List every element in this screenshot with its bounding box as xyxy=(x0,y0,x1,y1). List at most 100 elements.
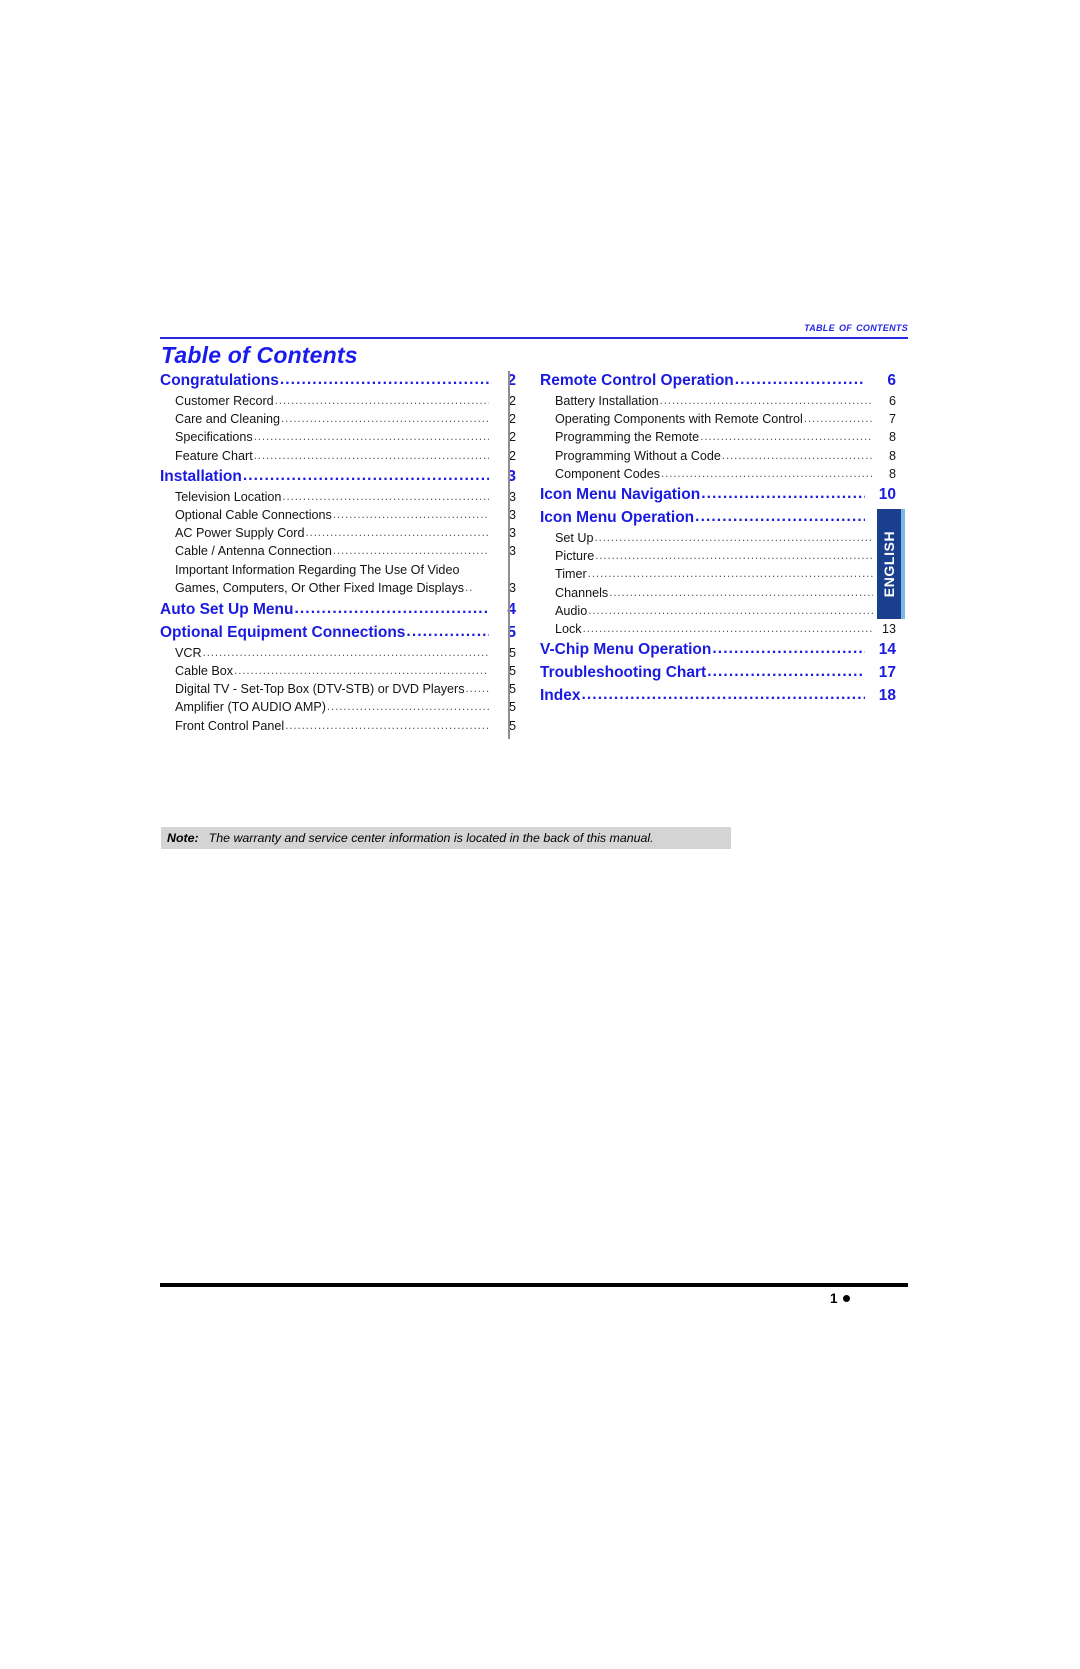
toc-entry-page: 3 xyxy=(508,526,516,541)
toc-entry-page: 10 xyxy=(878,485,896,503)
toc-entry-label: Programming the Remote xyxy=(555,430,700,445)
toc-entry[interactable]: Remote Control Operation................… xyxy=(540,369,896,392)
toc-entry-page: 3 xyxy=(508,580,516,595)
toc-leader-dots: ........................................… xyxy=(700,431,873,444)
document-page: Table of Contents Table of Contents Cong… xyxy=(0,0,1080,1669)
toc-entry[interactable]: Set Up..................................… xyxy=(540,529,896,547)
toc-entry-page: 5 xyxy=(508,718,516,733)
toc-entry-label: Digital TV - Set-Top Box (DTV-STB) or DV… xyxy=(175,682,465,697)
toc-entry[interactable]: Important Information Regarding The Use … xyxy=(160,561,516,598)
toc-entry-label: Cable Box xyxy=(175,664,234,679)
toc-entry[interactable]: Index...................................… xyxy=(540,684,896,707)
toc-leader-dots: ........................................… xyxy=(279,371,489,388)
toc-entry[interactable]: VCR.....................................… xyxy=(160,644,516,662)
toc-entry[interactable]: V-Chip Menu Operation...................… xyxy=(540,638,896,661)
toc-entry-page: 7 xyxy=(888,412,896,427)
toc-entry-label: Set Up xyxy=(555,530,594,545)
toc-entry[interactable]: Television Location.....................… xyxy=(160,488,516,506)
toc-leader-dots: ........................................… xyxy=(659,395,873,407)
toc-entry-label: Operating Components with Remote Control xyxy=(555,412,803,427)
toc-entry[interactable]: Timer...................................… xyxy=(540,565,896,583)
toc-entry[interactable]: Installation............................… xyxy=(160,465,516,488)
toc-entry-label: Optional Equipment Connections xyxy=(160,623,406,641)
toc-entry[interactable]: Lock....................................… xyxy=(540,620,896,638)
toc-entry[interactable]: Auto Set Up Menu........................… xyxy=(160,598,516,621)
toc-entry-label: Congratulations xyxy=(160,372,279,389)
toc-entry-page: 6 xyxy=(887,372,896,389)
column-divider xyxy=(508,371,510,739)
toc-leader-dots: ........................................… xyxy=(582,622,873,635)
toc-entry-label: AC Power Supply Cord xyxy=(175,526,305,541)
toc-entry[interactable]: Icon Menu Operation.....................… xyxy=(540,506,896,529)
toc-entry-label: Auto Set Up Menu xyxy=(160,600,294,618)
toc-entry-label: Troubleshooting Chart xyxy=(540,664,707,682)
toc-leader-dots: ........................................… xyxy=(242,466,489,484)
toc-entry[interactable]: Programming Without a Code..............… xyxy=(540,447,896,465)
toc-entry[interactable]: Congratulations.........................… xyxy=(160,369,516,392)
toc-entry[interactable]: Feature Chart...........................… xyxy=(160,447,516,465)
toc-entry[interactable]: Optional Cable Connections..............… xyxy=(160,506,516,524)
toc-entry[interactable]: Component Codes.........................… xyxy=(540,465,896,483)
toc-leader-dots: ........................................… xyxy=(803,413,873,426)
toc-leader-dots: ........................................… xyxy=(661,467,873,480)
toc-leader-dots: ........................................… xyxy=(721,449,873,462)
toc-entry-page: 5 xyxy=(508,664,516,679)
toc-entry-page: 3 xyxy=(508,489,516,504)
toc-entry[interactable]: Battery Installation....................… xyxy=(540,392,896,410)
toc-leader-dots: ........................................… xyxy=(701,484,865,502)
toc-leader-dots: ........................................… xyxy=(581,686,865,704)
header-rule xyxy=(160,337,908,339)
toc-entry[interactable]: Front Control Panel.....................… xyxy=(160,717,516,735)
toc-entry-label: Cable / Antenna Connection xyxy=(175,544,332,559)
toc-leader-dots: ........................................… xyxy=(253,431,489,444)
toc-entry-page: 3 xyxy=(508,544,516,559)
toc-entry-label: Channels xyxy=(555,585,609,600)
toc-leader-dots: ........................................… xyxy=(294,599,489,617)
toc-entry-label: Amplifier (TO AUDIO AMP) xyxy=(175,700,326,715)
footer-page-number: 1 xyxy=(830,1291,908,1306)
toc-entry[interactable]: Channels................................… xyxy=(540,584,896,602)
toc-entry[interactable]: Audio...................................… xyxy=(540,602,896,620)
toc-entry[interactable]: Digital TV - Set-Top Box (DTV-STB) or DV… xyxy=(160,680,516,698)
toc-entry-page: 8 xyxy=(888,430,896,445)
toc-entry-page: 6 xyxy=(888,394,896,408)
toc-entry-label: Picture xyxy=(555,549,595,564)
toc-entry[interactable]: Cable / Antenna Connection..............… xyxy=(160,542,516,560)
toc-leader-dots: ........................................… xyxy=(326,701,489,714)
toc-entry[interactable]: Operating Components with Remote Control… xyxy=(540,410,896,428)
toc-leader-dots: ........................................… xyxy=(595,550,873,563)
toc-entry-page: 2 xyxy=(508,430,516,445)
toc-leader-dots: ........................................… xyxy=(587,568,873,581)
toc-column-right: Remote Control Operation................… xyxy=(540,369,896,707)
footer-page-number-value: 1 xyxy=(830,1291,838,1306)
toc-entry-page: 14 xyxy=(878,641,896,659)
toc-entry[interactable]: Icon Menu Navigation....................… xyxy=(540,483,896,506)
toc-entry-label: Icon Menu Navigation xyxy=(540,485,701,503)
toc-entry-label: V-Chip Menu Operation xyxy=(540,641,712,659)
toc-entry-label: Optional Cable Connections xyxy=(175,507,332,522)
toc-leader-dots: ........................................… xyxy=(253,449,489,462)
toc-entry[interactable]: Customer Record.........................… xyxy=(160,392,516,410)
toc-entry[interactable]: Cable Box...............................… xyxy=(160,662,516,680)
toc-entry-label: Care and Cleaning xyxy=(175,412,281,427)
toc-leader-dots: ........................................… xyxy=(285,719,489,732)
toc-entry[interactable]: Troubleshooting Chart...................… xyxy=(540,661,896,684)
toc-entry[interactable]: Care and Cleaning.......................… xyxy=(160,410,516,428)
toc-entry-page: 2 xyxy=(508,412,516,427)
toc-entry-label: Audio xyxy=(555,603,588,618)
toc-entry[interactable]: Optional Equipment Connections..........… xyxy=(160,621,516,644)
toc-entry[interactable]: Specifications..........................… xyxy=(160,428,516,446)
toc-entry-page: 3 xyxy=(507,467,516,485)
toc-entry[interactable]: Amplifier (TO AUDIO AMP)................… xyxy=(160,698,516,716)
note-label: Note: xyxy=(167,831,199,845)
toc-entry[interactable]: AC Power Supply Cord....................… xyxy=(160,524,516,542)
toc-leader-dots: .. xyxy=(465,581,474,594)
toc-entry-page: 2 xyxy=(508,394,516,408)
toc-leader-dots: ........................................… xyxy=(609,586,873,599)
toc-entry[interactable]: Picture.................................… xyxy=(540,547,896,565)
toc-entry-label: VCR xyxy=(175,645,202,660)
toc-leader-dots: ........................................… xyxy=(332,508,489,521)
toc-container: Congratulations.........................… xyxy=(160,369,910,739)
toc-entry[interactable]: Programming the Remote..................… xyxy=(540,428,896,446)
footer-bullet-icon xyxy=(842,1295,850,1302)
